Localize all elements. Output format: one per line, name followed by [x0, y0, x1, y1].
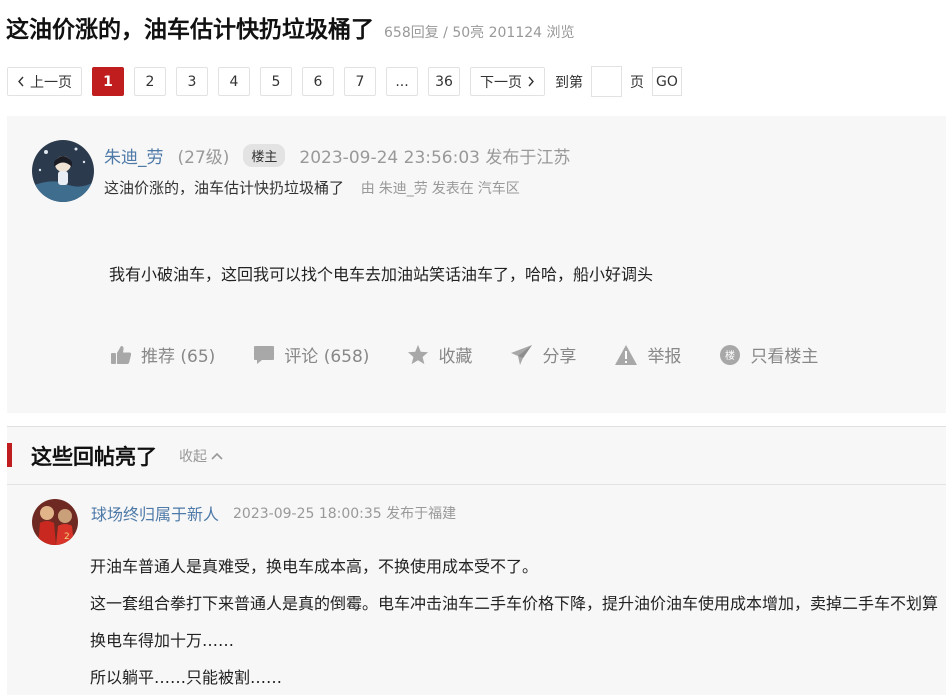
goto-label: 到第 [555, 74, 583, 91]
post-meta: 朱迪_劳 (27级) 楼主 2023-09-24 23:56:03 发布于江苏 [104, 143, 570, 168]
post-subtitle: 这油价涨的，油车估计快扔垃圾桶了 由朱迪_劳 发表在 汽车区 [104, 177, 520, 198]
reply-username[interactable]: 球场终归属于新人 [91, 501, 219, 525]
post-subtitle-text: 这油价涨的，油车估计快扔垃圾桶了 [104, 179, 345, 197]
reply-line: 开油车普通人是真难受，换电车成本高，不换使用成本受不了。 [90, 557, 539, 576]
reply-time-location: 2023-09-25 18:00:35 发布于福建 [233, 506, 457, 522]
prev-page-label: 上一页 [30, 74, 72, 91]
thread-title: 这油价涨的，油车估计快扔垃圾桶了 [6, 17, 374, 43]
byline-middle: 发表在 [431, 181, 474, 197]
op-badge-icon: 楼 [720, 344, 741, 365]
next-page-button[interactable]: 下一页 [470, 67, 545, 96]
collapse-button[interactable]: 收起 [179, 446, 223, 466]
page-number-input[interactable] [591, 66, 622, 97]
post-byline: 由朱迪_劳 发表在 汽车区 [357, 181, 520, 197]
report-button[interactable]: 举报 [614, 342, 681, 367]
avatar[interactable]: 2 [32, 499, 78, 545]
highlighted-replies: 这些回帖亮了 收起 2 球场终归属于新人 2023-09-25 18:00:35… [7, 426, 946, 695]
chevron-left-icon [18, 76, 24, 87]
star-icon [408, 344, 429, 365]
only-op-button[interactable]: 楼 只看楼主 [719, 342, 818, 367]
favorite-button[interactable]: 收藏 [407, 342, 472, 367]
only-op-label: 只看楼主 [750, 347, 819, 367]
post-username[interactable]: 朱迪_劳 [104, 143, 164, 168]
report-label: 举报 [647, 347, 682, 367]
svg-text:楼: 楼 [725, 349, 735, 362]
comment-label: 评论 (658) [284, 347, 370, 367]
page-button-36[interactable]: 36 [428, 67, 460, 96]
chevron-up-icon [211, 452, 223, 460]
highlighted-title: 这些回帖亮了 [31, 445, 157, 469]
user-level: (27级) [177, 148, 230, 168]
post-actions: 推荐 (65) 评论 (658) 收藏 分享 举报 楼 只看楼主 [110, 342, 856, 367]
page-button-4[interactable]: 4 [218, 67, 250, 96]
favorite-label: 收藏 [438, 347, 473, 367]
chevron-right-icon [528, 76, 534, 87]
page-button-2[interactable]: 2 [134, 67, 166, 96]
page-ellipsis: ... [386, 67, 418, 96]
thread-stats: 658回复 / 50亮 201124 浏览 [384, 25, 575, 41]
svg-text:2: 2 [64, 532, 70, 542]
post-content: 我有小破油车，这回我可以找个电车去加油站笑话油车了，哈哈，船小好调头 [109, 265, 654, 284]
comment-button[interactable]: 评论 (658) [253, 342, 369, 367]
share-button[interactable]: 分享 [510, 342, 576, 367]
next-page-label: 下一页 [480, 74, 522, 91]
reply-line: 所以躺平……只能被割…… [90, 668, 283, 687]
page-button-3[interactable]: 3 [176, 67, 208, 96]
page-button-5[interactable]: 5 [260, 67, 292, 96]
recommend-button[interactable]: 推荐 (65) [110, 342, 215, 367]
thread-header: 这油价涨的，油车估计快扔垃圾桶了 658回复 / 50亮 201124 浏览 [6, 10, 575, 46]
warning-icon [615, 344, 638, 365]
op-badge: 楼主 [243, 144, 286, 167]
main-post: 朱迪_劳 (27级) 楼主 2023-09-24 23:56:03 发布于江苏 … [7, 116, 946, 413]
section-accent-bar [7, 443, 12, 467]
recommend-label: 推荐 (65) [141, 347, 216, 367]
byline-prefix: 由 [360, 181, 375, 197]
go-button[interactable]: GO [652, 67, 682, 96]
collapse-label: 收起 [179, 449, 207, 465]
forum-link[interactable]: 汽车区 [478, 181, 520, 197]
share-label: 分享 [542, 347, 577, 367]
reply-content: 开油车普通人是真难受，换电车成本高，不换使用成本受不了。 这一套组合拳打下来普通… [90, 548, 940, 696]
thumb-up-icon [111, 345, 132, 364]
share-icon [511, 344, 533, 365]
pagination: 上一页 1 2 3 4 5 6 7 ... 36 下一页 到第 页 GO [7, 66, 682, 97]
avatar[interactable] [32, 140, 94, 202]
page-button-1[interactable]: 1 [92, 67, 124, 96]
prev-page-button[interactable]: 上一页 [7, 67, 82, 96]
comment-icon [254, 345, 275, 364]
byline-user[interactable]: 朱迪_劳 [379, 181, 428, 197]
highlighted-header: 这些回帖亮了 收起 [7, 427, 946, 485]
post-time-location: 2023-09-24 23:56:03 发布于江苏 [299, 148, 571, 168]
page-button-6[interactable]: 6 [302, 67, 334, 96]
reply-line: 这一套组合拳打下来普通人是真的倒霉。电车冲击油车二手车价格下降，提升油价油车使用… [90, 594, 939, 650]
page-button-7[interactable]: 7 [344, 67, 376, 96]
reply-meta: 球场终归属于新人 2023-09-25 18:00:35 发布于福建 [91, 501, 456, 525]
page-unit-label: 页 [630, 74, 644, 91]
